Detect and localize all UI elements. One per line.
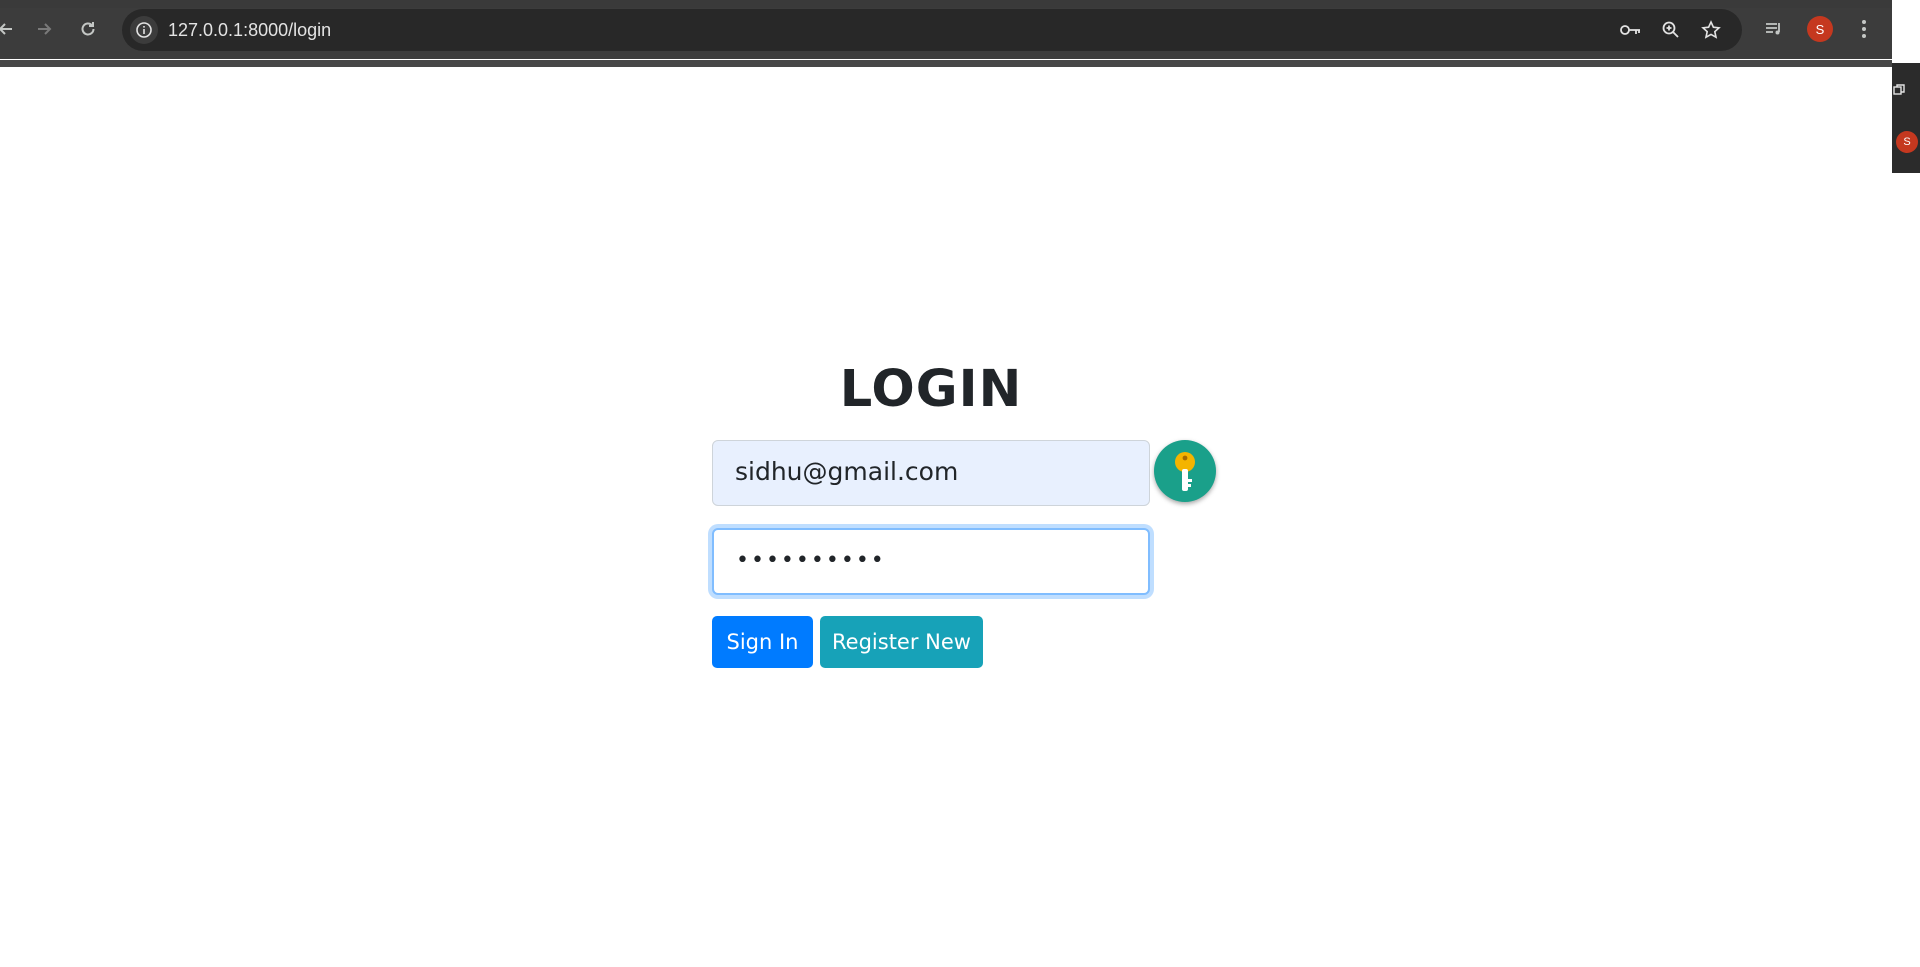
password-field[interactable]: •••••••••• <box>712 528 1150 595</box>
page-title: LOGIN <box>839 360 1023 419</box>
toolbar-shadow <box>0 60 1892 67</box>
browser-toolbar: 127.0.0.1:8000/login S <box>0 8 1892 67</box>
tab-copy-icon[interactable] <box>1892 77 1920 103</box>
reload-icon[interactable] <box>70 8 106 50</box>
url-text[interactable]: 127.0.0.1:8000/login <box>168 9 331 51</box>
profile-avatar[interactable]: S <box>1802 8 1838 50</box>
zoom-icon[interactable] <box>1654 9 1688 51</box>
kebab-menu-icon[interactable] <box>1846 8 1882 50</box>
address-bar[interactable]: 127.0.0.1:8000/login <box>122 9 1742 51</box>
media-queue-icon[interactable] <box>1756 8 1792 50</box>
avatar: S <box>1807 16 1833 42</box>
side-panel-avatar[interactable]: S <box>1896 131 1918 153</box>
side-panel-strip: S <box>1892 63 1920 173</box>
info-icon[interactable] <box>130 16 158 44</box>
key-icon[interactable] <box>1614 9 1648 51</box>
password-manager-key-icon[interactable] <box>1154 440 1216 502</box>
window-top-strip <box>0 0 1892 8</box>
email-field[interactable]: sidhu@gmail.com <box>712 440 1150 506</box>
back-arrow-icon[interactable] <box>0 8 24 50</box>
star-icon[interactable] <box>1694 9 1728 51</box>
forward-arrow-icon[interactable] <box>26 8 62 50</box>
sign-in-button[interactable]: Sign In <box>712 616 813 668</box>
register-new-button[interactable]: Register New <box>820 616 983 668</box>
